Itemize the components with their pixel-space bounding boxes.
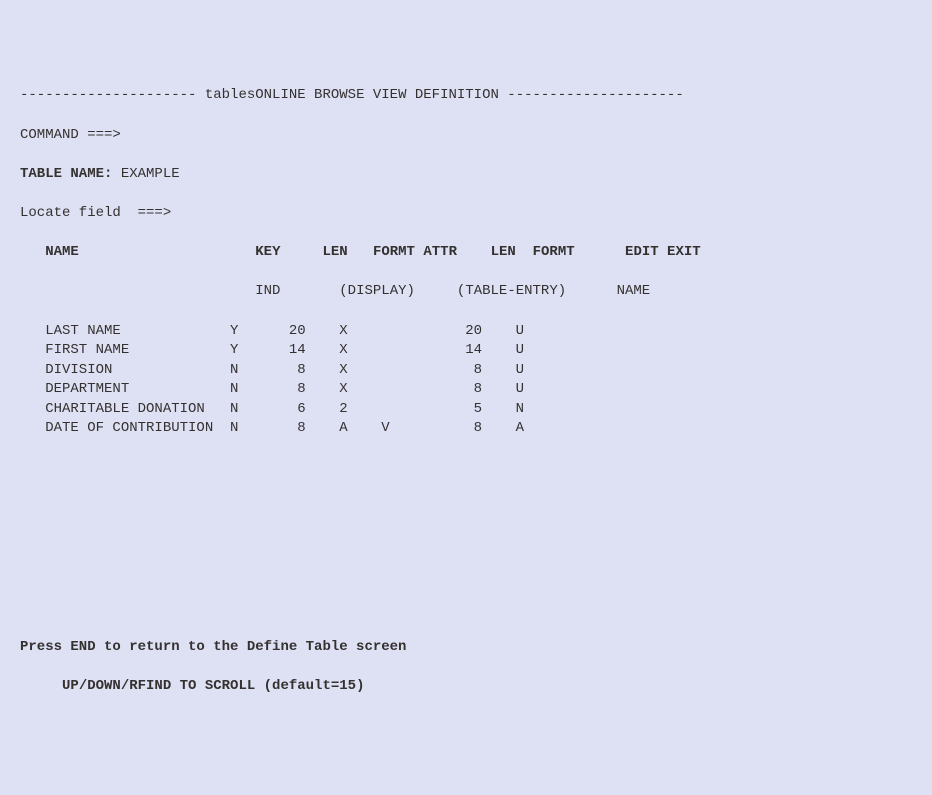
table-row: FIRST NAME Y 14 X 14 U bbox=[0, 341, 932, 361]
hdr-display: (DISPLAY) bbox=[339, 283, 415, 299]
title-dashes-right: --------------------- bbox=[507, 87, 683, 103]
title-dashes-left: --------------------- bbox=[20, 87, 196, 103]
header-row-1: NAME KEY LEN FORMT ATTR LEN FORMT EDIT E… bbox=[0, 243, 932, 263]
table-name-label: TABLE NAME: bbox=[20, 166, 112, 182]
locate-line: Locate field ===> bbox=[0, 204, 932, 224]
command-label: COMMAND ===> bbox=[20, 127, 121, 143]
locate-label: Locate field ===> bbox=[20, 205, 171, 221]
hdr-formt2: FORMT bbox=[533, 244, 575, 260]
footer-1: Press END to return to the Define Table … bbox=[20, 639, 406, 655]
table-name-value: EXAMPLE bbox=[121, 166, 180, 182]
hdr-edit-exit: EDIT EXIT bbox=[625, 244, 701, 260]
hdr-len1: LEN bbox=[323, 244, 348, 260]
table-row: DEPARTMENT N 8 X 8 U bbox=[0, 380, 932, 400]
table-row: CHARITABLE DONATION N 6 2 5 N bbox=[0, 400, 932, 420]
title-text: tablesONLINE BROWSE VIEW DEFINITION bbox=[196, 87, 507, 103]
hdr-attr: ATTR bbox=[423, 244, 457, 260]
header-row-2: IND (DISPLAY) (TABLE-ENTRY) NAME bbox=[0, 282, 932, 302]
footer-line-2: UP/DOWN/RFIND TO SCROLL (default=15) bbox=[0, 677, 932, 697]
hdr-exit-name: NAME bbox=[617, 283, 651, 299]
footer-line-1: Press END to return to the Define Table … bbox=[0, 638, 932, 658]
table-row: DIVISION N 8 X 8 U bbox=[0, 361, 932, 381]
table-name-line: TABLE NAME: EXAMPLE bbox=[0, 165, 932, 185]
hdr-formt1: FORMT bbox=[373, 244, 415, 260]
table-row: LAST NAME Y 20 X 20 U bbox=[0, 322, 932, 342]
title-line: --------------------- tablesONLINE BROWS… bbox=[0, 86, 932, 106]
hdr-len2: LEN bbox=[491, 244, 516, 260]
hdr-key: KEY bbox=[255, 244, 280, 260]
hdr-name: NAME bbox=[45, 244, 79, 260]
command-line: COMMAND ===> bbox=[0, 126, 932, 146]
footer-2: UP/DOWN/RFIND TO SCROLL (default=15) bbox=[62, 678, 364, 694]
table-row: DATE OF CONTRIBUTION N 8 A V 8 A bbox=[0, 419, 932, 439]
hdr-table-entry: (TABLE-ENTRY) bbox=[457, 283, 566, 299]
hdr-ind: IND bbox=[255, 283, 280, 299]
